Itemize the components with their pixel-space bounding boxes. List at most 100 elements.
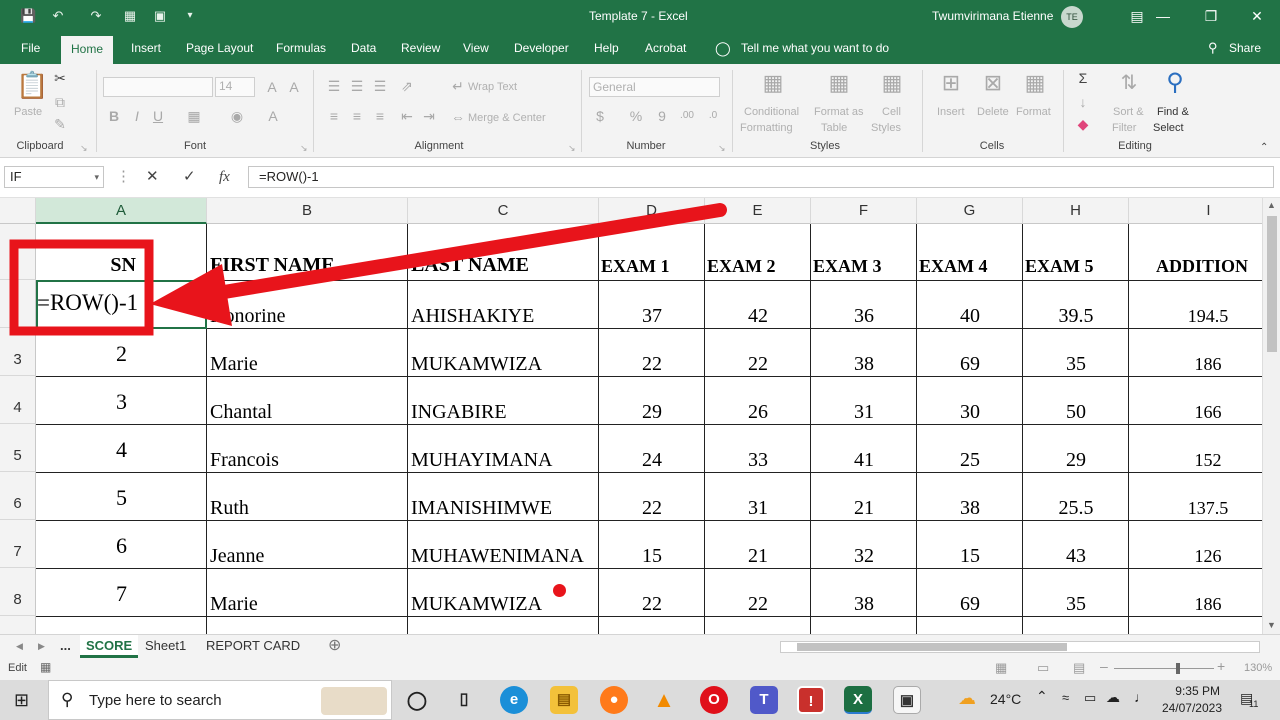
minimize-button[interactable]: —	[1140, 0, 1186, 32]
macro-record-icon[interactable]: ▦	[40, 660, 51, 674]
sort-label[interactable]: Sort &	[1113, 104, 1144, 120]
tab-review[interactable]: Review	[401, 32, 440, 64]
firefox-icon[interactable]: ●	[600, 686, 628, 714]
merge-center-icon[interactable]: ⇔	[450, 109, 466, 125]
align-middle-icon[interactable]: ☰	[348, 78, 366, 94]
shrink-font-icon[interactable]: A	[285, 79, 303, 95]
merge-center-button[interactable]: Merge & Center	[468, 110, 546, 126]
clock-time[interactable]: 9:35 PM	[1160, 684, 1220, 698]
autosum-icon[interactable]: Σ	[1075, 70, 1091, 86]
formatting-label[interactable]: Formatting	[740, 120, 793, 136]
undo-icon[interactable]: ↶	[50, 8, 66, 24]
decrease-indent-icon[interactable]: ⇤	[398, 108, 416, 124]
select-label[interactable]: Select	[1153, 120, 1184, 136]
redo-icon[interactable]: ↷	[88, 8, 104, 24]
network-icon[interactable]: ≈	[1062, 690, 1069, 705]
battery-icon[interactable]: ▭	[1084, 690, 1096, 706]
tab-formulas[interactable]: Formulas	[276, 32, 326, 64]
normal-view-icon[interactable]: ▦	[995, 660, 1007, 676]
form-icon[interactable]: ▦	[122, 8, 138, 24]
sort-filter-icon[interactable]: ⇅	[1116, 70, 1142, 96]
format-as-table-icon[interactable]: ▦	[826, 70, 852, 96]
avatar[interactable]: TE	[1061, 6, 1083, 28]
more-options-icon[interactable]: ⋮	[116, 168, 131, 186]
scroll-sheets-left-icon[interactable]: ◀	[16, 635, 23, 658]
customize-toolbar-icon[interactable]: ▾	[182, 8, 198, 24]
cell-label[interactable]: Cell	[882, 104, 901, 120]
onedrive-icon[interactable]: ☁	[1106, 689, 1120, 706]
add-sheet-icon[interactable]: ⊕	[328, 635, 341, 658]
edge-icon[interactable]: e	[500, 686, 528, 714]
dialog-launcher-icon[interactable]: ↘	[568, 140, 576, 156]
horizontal-scrollbar[interactable]	[780, 641, 1260, 653]
teams-icon[interactable]: T	[750, 686, 778, 714]
enter-icon[interactable]: ✓	[183, 168, 196, 186]
share-button[interactable]: Share	[1229, 32, 1261, 64]
formula-input[interactable]: =ROW()-1	[248, 166, 1274, 188]
font-name-dropdown[interactable]	[103, 77, 213, 97]
comma-style-icon[interactable]: 9	[654, 108, 670, 124]
grow-font-icon[interactable]: A	[263, 79, 281, 95]
recorder-icon[interactable]: !	[797, 686, 825, 714]
tab-acrobat[interactable]: Acrobat	[645, 32, 686, 64]
tab-file[interactable]: File	[21, 32, 40, 64]
dialog-launcher-icon[interactable]: ↘	[80, 140, 88, 156]
delete-cells-icon[interactable]: ⊠	[980, 70, 1006, 96]
zoom-level[interactable]: 130%	[1244, 662, 1272, 674]
fill-color-icon[interactable]: ◉	[228, 108, 246, 124]
chevron-down-icon[interactable]: ▾	[94, 167, 99, 187]
cell-styles-icon[interactable]: ▦	[879, 70, 905, 96]
clock-date[interactable]: 24/07/2023	[1156, 701, 1222, 715]
format-as-label[interactable]: Format as	[814, 104, 864, 120]
scroll-up-icon[interactable]: ▲	[1267, 200, 1276, 210]
name-box[interactable]: IF ▾	[4, 166, 104, 188]
fill-icon[interactable]: ↓	[1075, 94, 1091, 110]
format-cells-icon[interactable]: ▦	[1022, 70, 1048, 96]
find-select-icon[interactable]: ⚲	[1160, 68, 1190, 98]
increase-indent-icon[interactable]: ⇥	[420, 108, 438, 124]
show-hidden-icons[interactable]: ⌃	[1036, 688, 1048, 705]
borders-icon[interactable]: ▦	[185, 108, 203, 124]
page-layout-view-icon[interactable]: ▭	[1037, 660, 1049, 676]
vertical-scrollbar[interactable]: ▲ ▼	[1262, 198, 1280, 634]
number-format-dropdown[interactable]: General	[589, 77, 720, 97]
bold-button[interactable]: B	[107, 108, 121, 124]
font-size-dropdown[interactable]: 14	[215, 77, 255, 97]
align-left-icon[interactable]: ≡	[325, 108, 343, 124]
weather-icon[interactable]: ☁	[958, 688, 976, 709]
tab-data[interactable]: Data	[351, 32, 376, 64]
conditional-formatting-icon[interactable]: ▦	[760, 70, 786, 96]
insert-function-icon[interactable]: fx	[219, 168, 230, 186]
align-center-icon[interactable]: ≡	[348, 108, 366, 124]
scroll-down-icon[interactable]: ▼	[1267, 620, 1276, 630]
close-button[interactable]: ✕	[1234, 0, 1280, 32]
vertical-scroll-thumb[interactable]	[1267, 216, 1277, 352]
font-color-icon[interactable]: A	[264, 108, 282, 124]
camera-icon[interactable]: ▣	[152, 8, 168, 24]
tab-page-layout[interactable]: Page Layout	[186, 32, 253, 64]
tab-insert[interactable]: Insert	[131, 32, 161, 64]
insert-cells-icon[interactable]: ⊞	[938, 70, 964, 96]
cortana-icon[interactable]: ◯	[403, 686, 431, 714]
delete-cells-label[interactable]: Delete	[977, 104, 1009, 120]
horizontal-scroll-thumb[interactable]	[797, 643, 1067, 651]
filter-label[interactable]: Filter	[1112, 120, 1136, 136]
percent-icon[interactable]: %	[628, 108, 644, 124]
tell-me-search[interactable]: Tell me what you want to do	[741, 32, 889, 64]
currency-icon[interactable]: $	[592, 108, 608, 124]
volume-icon[interactable]: ♩	[1134, 689, 1148, 705]
insert-cells-label[interactable]: Insert	[937, 104, 965, 120]
page-break-view-icon[interactable]: ▤	[1073, 660, 1085, 676]
file-explorer-icon[interactable]: ▤	[550, 686, 578, 714]
taskbar-search[interactable]: ⚲ Type here to search	[48, 680, 392, 720]
conditional-label[interactable]: Conditional	[744, 104, 799, 120]
scroll-sheets-right-icon[interactable]: ▶	[38, 635, 45, 658]
italic-button[interactable]: I	[130, 108, 144, 124]
opera-icon[interactable]: O	[700, 686, 728, 714]
save-icon[interactable]: 💾	[20, 8, 36, 24]
excel-taskbar-icon[interactable]: X	[844, 686, 872, 714]
wrap-text-button[interactable]: Wrap Text	[468, 79, 517, 95]
underline-button[interactable]: U	[151, 108, 165, 124]
align-top-icon[interactable]: ☰	[325, 78, 343, 94]
temperature[interactable]: 24°C	[990, 691, 1021, 707]
